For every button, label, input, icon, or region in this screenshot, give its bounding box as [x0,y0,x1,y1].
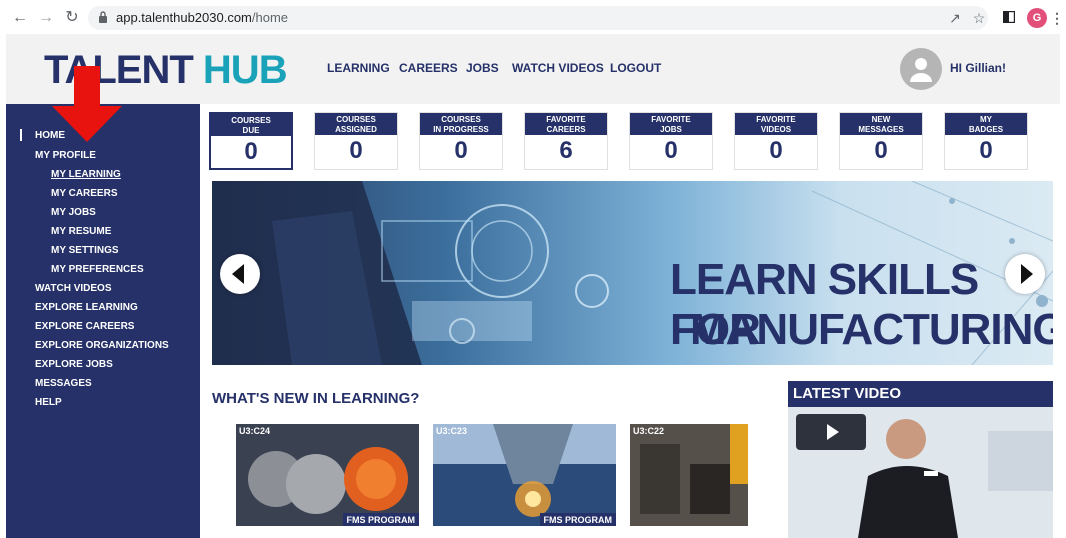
course-thumbnail [630,424,748,526]
share-icon[interactable]: ↗ [946,9,964,27]
nav-learning[interactable]: LEARNING [327,61,390,75]
stat-value: 0 [769,137,783,164]
course-card-footer [236,526,419,538]
course-card-footer [433,526,616,538]
sidebar-item-explore-organizations[interactable]: EXPLORE ORGANIZATIONS [35,340,169,351]
nav-watch-videos[interactable]: WATCH VIDEOS [512,61,604,75]
play-icon [827,424,839,440]
stat-value: 0 [349,137,363,164]
sidebar-item-explore-jobs[interactable]: EXPLORE JOBS [35,359,113,370]
sidebar-item-explore-learning[interactable]: EXPLORE LEARNING [35,302,138,313]
red-arrow-annotation [52,66,122,142]
stat-courses-assigned[interactable]: COURSES ASSIGNED 0 [314,112,398,170]
stat-courses-due[interactable]: COURSES DUE 0 [209,112,293,170]
profile-avatar[interactable]: G [1027,8,1047,28]
sidebar-item-my-profile[interactable]: MY PROFILE [35,150,96,161]
stat-value: 0 [454,137,468,164]
chevron-left-icon [232,264,244,284]
whats-new-heading: WHAT'S NEW IN LEARNING? [212,390,420,407]
latest-video-panel[interactable]: LATEST VIDEO [788,381,1053,538]
active-indicator [20,129,22,141]
banner-headline-line2: MANUFACTURING [690,305,1053,354]
course-card-footer [630,526,748,538]
course-card[interactable]: U3:C24 FMS PROGRAM [236,424,419,538]
course-code: U3:C23 [436,426,468,436]
course-thumbnail [433,424,616,526]
sidebar-item-messages[interactable]: MESSAGES [35,378,92,389]
course-card[interactable]: U3:C22 [630,424,748,538]
user-icon [910,58,932,82]
forward-icon[interactable]: → [36,8,56,28]
stat-new-messages[interactable]: NEW MESSAGES 0 [839,112,923,170]
video-play-button[interactable] [796,414,866,450]
sidebar-item-help[interactable]: HELP [35,397,62,408]
nav-careers[interactable]: CAREERS [399,61,458,75]
latest-video-heading: LATEST VIDEO [788,381,1053,407]
nav-jobs[interactable]: JOBS [466,61,499,75]
stat-label: FAVORITE CAREERS [525,113,607,135]
course-card[interactable]: U3:C23 FMS PROGRAM [433,424,616,538]
stat-label: COURSES IN PROGRESS [420,113,502,135]
chevron-right-icon [1021,264,1033,284]
nav-logout[interactable]: LOGOUT [610,61,661,75]
stat-label: FAVORITE JOBS [630,113,712,135]
carousel-next-button[interactable] [1005,254,1045,294]
stat-value: 0 [874,137,888,164]
stat-courses-in-progress[interactable]: COURSES IN PROGRESS 0 [419,112,503,170]
carousel-prev-button[interactable] [220,254,260,294]
browser-chrome: ← → ↻ app.talenthub2030.com/home ↗ ☆ G ⋮ [0,0,1066,36]
course-code: U3:C22 [633,426,665,436]
course-code: U3:C24 [239,426,271,436]
sidepanel-icon[interactable] [1000,9,1018,27]
sidebar-item-explore-careers[interactable]: EXPLORE CAREERS [35,321,134,332]
course-program-tag: FMS PROGRAM [342,513,419,527]
stat-value: 6 [559,137,573,164]
sidebar-item-watch-videos[interactable]: WATCH VIDEOS [35,283,111,294]
stat-value: 0 [244,138,258,165]
sidebar-item-my-jobs[interactable]: MY JOBS [51,207,96,218]
stat-favorite-jobs[interactable]: FAVORITE JOBS 0 [629,112,713,170]
sidebar-item-my-careers[interactable]: MY CAREERS [51,188,118,199]
lock-icon [99,11,107,23]
sidebar-item-my-preferences[interactable]: MY PREFERENCES [51,264,144,275]
reload-icon[interactable]: ↻ [62,8,82,28]
stat-favorite-videos[interactable]: FAVORITE VIDEOS 0 [734,112,818,170]
stat-label: COURSES DUE [211,114,291,136]
user-greeting: HI Gillian! [950,61,1007,75]
course-program-tag: FMS PROGRAM [539,513,616,527]
stat-favorite-careers[interactable]: FAVORITE CAREERS 6 [524,112,608,170]
sidebar-item-my-learning[interactable]: MY LEARNING [51,169,121,180]
stat-label: COURSES ASSIGNED [315,113,397,135]
star-icon[interactable]: ☆ [970,9,988,27]
url-text[interactable]: app.talenthub2030.com/home [116,10,288,25]
hero-banner[interactable]: LEARN SKILLS FOR MANUFACTURING [212,181,1053,365]
back-icon[interactable]: ← [10,8,30,28]
stat-value: 0 [664,137,678,164]
stat-label: NEW MESSAGES [840,113,922,135]
menu-icon[interactable]: ⋮ [1048,9,1066,27]
sidebar-item-my-settings[interactable]: MY SETTINGS [51,245,119,256]
user-avatar[interactable] [900,48,942,90]
course-thumbnail [236,424,419,526]
sidebar-item-my-resume[interactable]: MY RESUME [51,226,111,237]
stat-my-badges[interactable]: MY BADGES 0 [944,112,1028,170]
stat-label: FAVORITE VIDEOS [735,113,817,135]
stat-value: 0 [979,137,993,164]
stat-label: MY BADGES [945,113,1027,135]
